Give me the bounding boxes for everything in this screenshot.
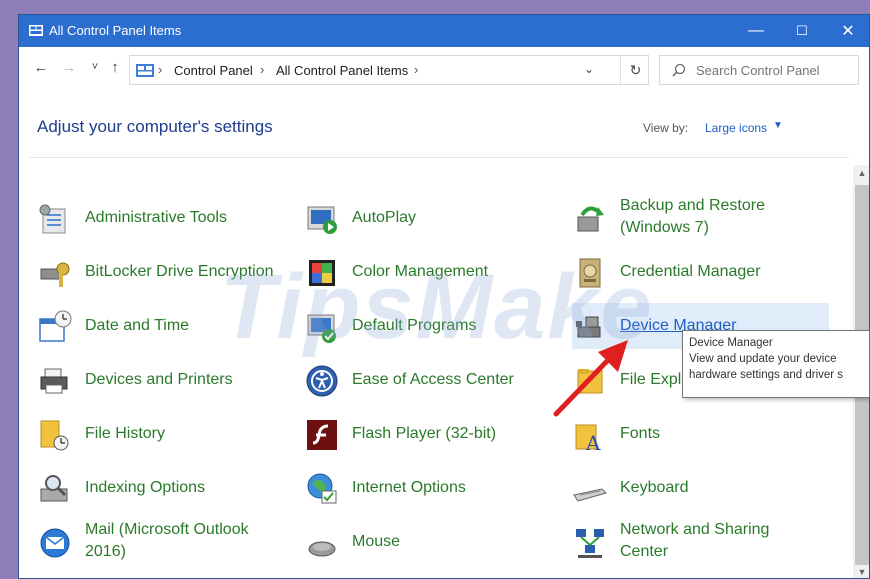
mail-icon	[40, 528, 70, 558]
breadcrumb-control-panel[interactable]: Control Panel	[174, 63, 253, 78]
item-mail[interactable]: Mail (Microsoft Outlook 2016)	[37, 519, 277, 565]
address-dropdown-icon[interactable]: ⌄	[584, 62, 594, 76]
ease-of-access-icon	[306, 365, 338, 397]
address-row: ← → ˅ ↑ › Control Panel › All Control Pa…	[19, 47, 869, 89]
item-label: File History	[85, 425, 166, 442]
item-label: Flash Player (32-bit)	[352, 425, 497, 442]
mouse-icon	[308, 541, 336, 557]
item-indexing-options[interactable]: Indexing Options	[37, 465, 267, 511]
breadcrumb-separator-icon: ›	[260, 62, 265, 77]
item-keyboard[interactable]: Keyboard	[572, 465, 802, 511]
maximize-button[interactable]: ☐	[779, 15, 825, 47]
breadcrumb-separator-icon: ›	[158, 62, 163, 77]
date-time-icon	[39, 310, 72, 342]
item-label: Backup and Restore (Windows 7)	[620, 197, 765, 236]
item-network-and-sharing[interactable]: Network and Sharing Center	[572, 519, 842, 565]
item-ease-of-access[interactable]: Ease of Access Center	[304, 357, 534, 403]
item-mouse[interactable]: Mouse	[304, 519, 534, 565]
printer-icon	[40, 368, 68, 394]
close-button[interactable]: ✕	[825, 15, 869, 47]
page-title: Adjust your computer's settings	[37, 117, 273, 136]
control-panel-app-icon	[29, 25, 43, 36]
minimize-button[interactable]: —	[733, 15, 779, 47]
refresh-icon[interactable]: ↻	[620, 56, 650, 84]
item-label: Administrative Tools	[85, 209, 227, 226]
breadcrumb-separator-icon: ›	[414, 62, 419, 77]
svg-text:A: A	[585, 431, 601, 453]
title-bar[interactable]: All Control Panel Items — ☐ ✕	[19, 15, 869, 47]
tooltip-description-line: View and update your device	[689, 353, 837, 365]
back-arrow-icon[interactable]: ←	[31, 59, 51, 76]
view-by-chevron-icon[interactable]: ▼	[773, 120, 783, 131]
item-administrative-tools[interactable]: Administrative Tools	[37, 195, 267, 241]
indexing-icon	[40, 475, 68, 502]
keyboard-icon	[573, 488, 607, 502]
view-by-label: View by:	[643, 121, 689, 135]
flash-icon	[307, 420, 337, 450]
internet-options-icon	[307, 473, 337, 504]
recent-locations-icon[interactable]: ˅	[85, 61, 105, 73]
tooltip-title: Device Manager	[689, 337, 773, 349]
window-title: All Control Panel Items	[49, 23, 182, 38]
item-label: Devices and Printers	[85, 371, 233, 388]
item-label: AutoPlay	[352, 209, 417, 226]
item-file-history[interactable]: File History	[37, 411, 267, 457]
search-icon	[672, 63, 686, 77]
breadcrumb-all-items[interactable]: All Control Panel Items	[276, 63, 408, 78]
forward-arrow-icon[interactable]: →	[59, 59, 79, 76]
header-divider	[29, 157, 849, 158]
control-panel-icon	[136, 64, 154, 77]
item-label: Keyboard	[620, 479, 689, 496]
item-devices-and-printers[interactable]: Devices and Printers	[37, 357, 267, 403]
red-arrow-annotation	[553, 340, 628, 417]
up-arrow-icon[interactable]: ↑	[105, 59, 125, 76]
autoplay-icon	[307, 206, 337, 234]
content-header: Adjust your computer's settings View by:…	[19, 89, 869, 157]
network-icon	[576, 529, 604, 558]
admin-tools-icon	[39, 204, 66, 234]
item-autoplay[interactable]: AutoPlay	[304, 195, 534, 241]
item-label: Mail (Microsoft Outlook 2016)	[85, 521, 249, 560]
address-bar[interactable]: › Control Panel › All Control Panel Item…	[129, 55, 649, 85]
bitlocker-icon	[40, 262, 70, 287]
device-manager-tooltip: Device Manager View and update your devi…	[682, 330, 870, 398]
view-by-dropdown[interactable]: Large icons	[705, 121, 767, 135]
item-flash-player[interactable]: Flash Player (32-bit)	[304, 411, 534, 457]
item-label: Network and Sharing Center	[620, 521, 770, 560]
item-label: Mouse	[352, 533, 401, 550]
tooltip-description-line: hardware settings and driver s	[689, 369, 844, 381]
backup-icon	[577, 206, 604, 232]
scroll-up-icon[interactable]: ▲	[853, 165, 869, 181]
item-label: Internet Options	[352, 479, 466, 496]
search-box[interactable]	[659, 55, 859, 85]
item-label: Fonts	[620, 425, 661, 442]
item-internet-options[interactable]: Internet Options	[304, 465, 534, 511]
search-input[interactable]	[696, 61, 851, 79]
item-label: Indexing Options	[85, 479, 206, 496]
item-backup-and-restore[interactable]: Backup and Restore (Windows 7)	[572, 195, 842, 241]
fonts-icon: A	[575, 424, 601, 453]
file-history-icon	[40, 420, 69, 451]
item-label: Ease of Access Center	[352, 371, 514, 388]
scroll-down-icon[interactable]: ▼	[853, 564, 869, 578]
item-label: Date and Time	[85, 317, 190, 334]
